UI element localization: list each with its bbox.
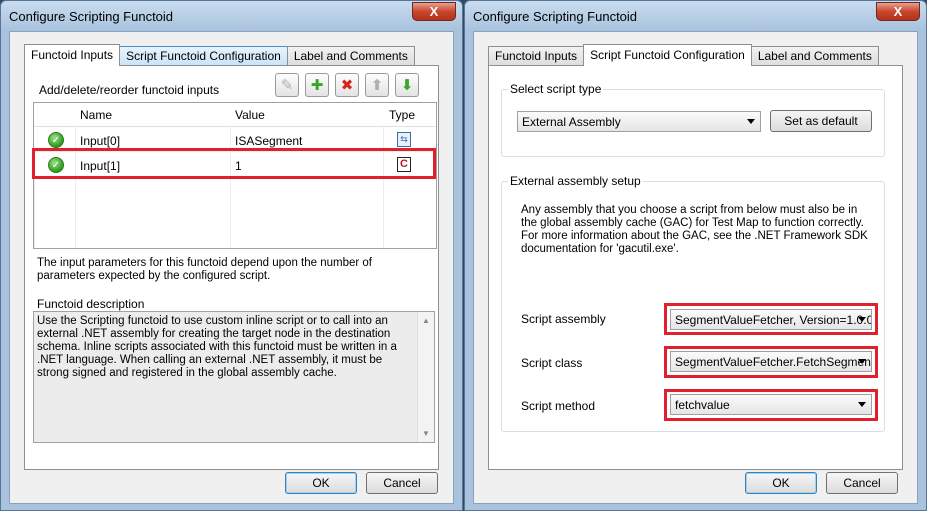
class-highlight-annotation [664, 346, 878, 378]
input-value[interactable]: ISASegment [235, 134, 302, 148]
ok-button[interactable]: OK [285, 472, 357, 494]
delete-icon: ✖ [340, 77, 354, 94]
script-class-label: Script class [521, 356, 583, 370]
move-down-icon: ⬇ [400, 77, 414, 94]
left-titlebar[interactable]: Configure Scripting Functoid X [1, 1, 462, 31]
column-header-type[interactable]: Type [389, 108, 415, 122]
set-default-button[interactable]: Set as default [770, 110, 872, 132]
close-icon: X [893, 4, 903, 19]
tab-script-functoid-configuration[interactable]: Script Functoid Configuration [583, 44, 752, 66]
right-window-title: Configure Scripting Functoid [473, 9, 638, 24]
functoid-description-text: Use the Scripting functoid to use custom… [37, 315, 397, 379]
edit-input-button[interactable]: ✎ [275, 73, 299, 97]
add-input-button[interactable]: ✚ [305, 73, 329, 97]
inputs-section-label: Add/delete/reorder functoid inputs [39, 83, 220, 97]
functoid-description-box[interactable]: Use the Scripting functoid to use custom… [33, 311, 435, 443]
cancel-button[interactable]: Cancel [826, 472, 898, 494]
close-icon: X [429, 4, 439, 19]
left-close-button[interactable]: X [412, 2, 456, 21]
scroll-down-arrow-icon[interactable]: ▼ [422, 427, 430, 440]
left-dialog-window: Configure Scripting Functoid X Functoid … [0, 0, 463, 511]
move-up-icon: ⬆ [370, 77, 384, 94]
tab-script-functoid-configuration[interactable]: Script Functoid Configuration [119, 46, 288, 66]
move-down-button[interactable]: ⬇ [395, 73, 419, 97]
scroll-up-arrow-icon[interactable]: ▲ [422, 314, 430, 327]
script-type-label: Select script type [508, 82, 604, 96]
cancel-button[interactable]: Cancel [366, 472, 438, 494]
tab-functoid-inputs[interactable]: Functoid Inputs [24, 44, 121, 66]
script-type-value: External Assembly [522, 115, 621, 129]
ok-button[interactable]: OK [745, 472, 817, 494]
left-tab-strip: Functoid Inputs Script Functoid Configur… [24, 44, 415, 66]
valid-check-icon: ✓ [48, 132, 64, 148]
row-highlight-annotation [32, 148, 436, 179]
link-icon[interactable]: ⇆ [397, 132, 411, 147]
script-type-select[interactable]: External Assembly [517, 111, 761, 132]
script-method-label: Script method [521, 399, 596, 413]
input-name[interactable]: Input[0] [80, 134, 120, 148]
column-header-value[interactable]: Value [235, 108, 265, 122]
right-close-button[interactable]: X [876, 2, 920, 21]
method-highlight-annotation [664, 389, 878, 421]
right-tab-strip: Functoid Inputs Script Functoid Configur… [488, 44, 879, 66]
left-window-title: Configure Scripting Functoid [9, 9, 174, 24]
tab-functoid-inputs[interactable]: Functoid Inputs [488, 46, 585, 66]
grid-header-row: Name Value Type [34, 103, 436, 127]
assembly-setup-label: External assembly setup [508, 174, 643, 188]
script-assembly-label: Script assembly [521, 312, 606, 326]
column-header-name[interactable]: Name [80, 108, 112, 122]
tab-label-and-comments[interactable]: Label and Comments [750, 46, 879, 66]
tab-label-and-comments[interactable]: Label and Comments [286, 46, 415, 66]
assembly-note: Any assembly that you choose a script fr… [521, 204, 868, 255]
params-note: The input parameters for this functoid d… [37, 257, 372, 282]
assembly-highlight-annotation [664, 303, 878, 335]
chevron-down-icon [747, 119, 755, 124]
add-icon: ✚ [310, 77, 324, 94]
description-label: Functoid description [37, 297, 145, 311]
pencil-icon: ✎ [280, 77, 294, 94]
delete-input-button[interactable]: ✖ [335, 73, 359, 97]
move-up-button[interactable]: ⬆ [365, 73, 389, 97]
grid-divider [34, 178, 35, 248]
description-scrollbar[interactable]: ▲ ▼ [417, 312, 434, 442]
right-titlebar[interactable]: Configure Scripting Functoid X [465, 1, 926, 31]
right-dialog-window: Configure Scripting Functoid X Functoid … [464, 0, 927, 511]
